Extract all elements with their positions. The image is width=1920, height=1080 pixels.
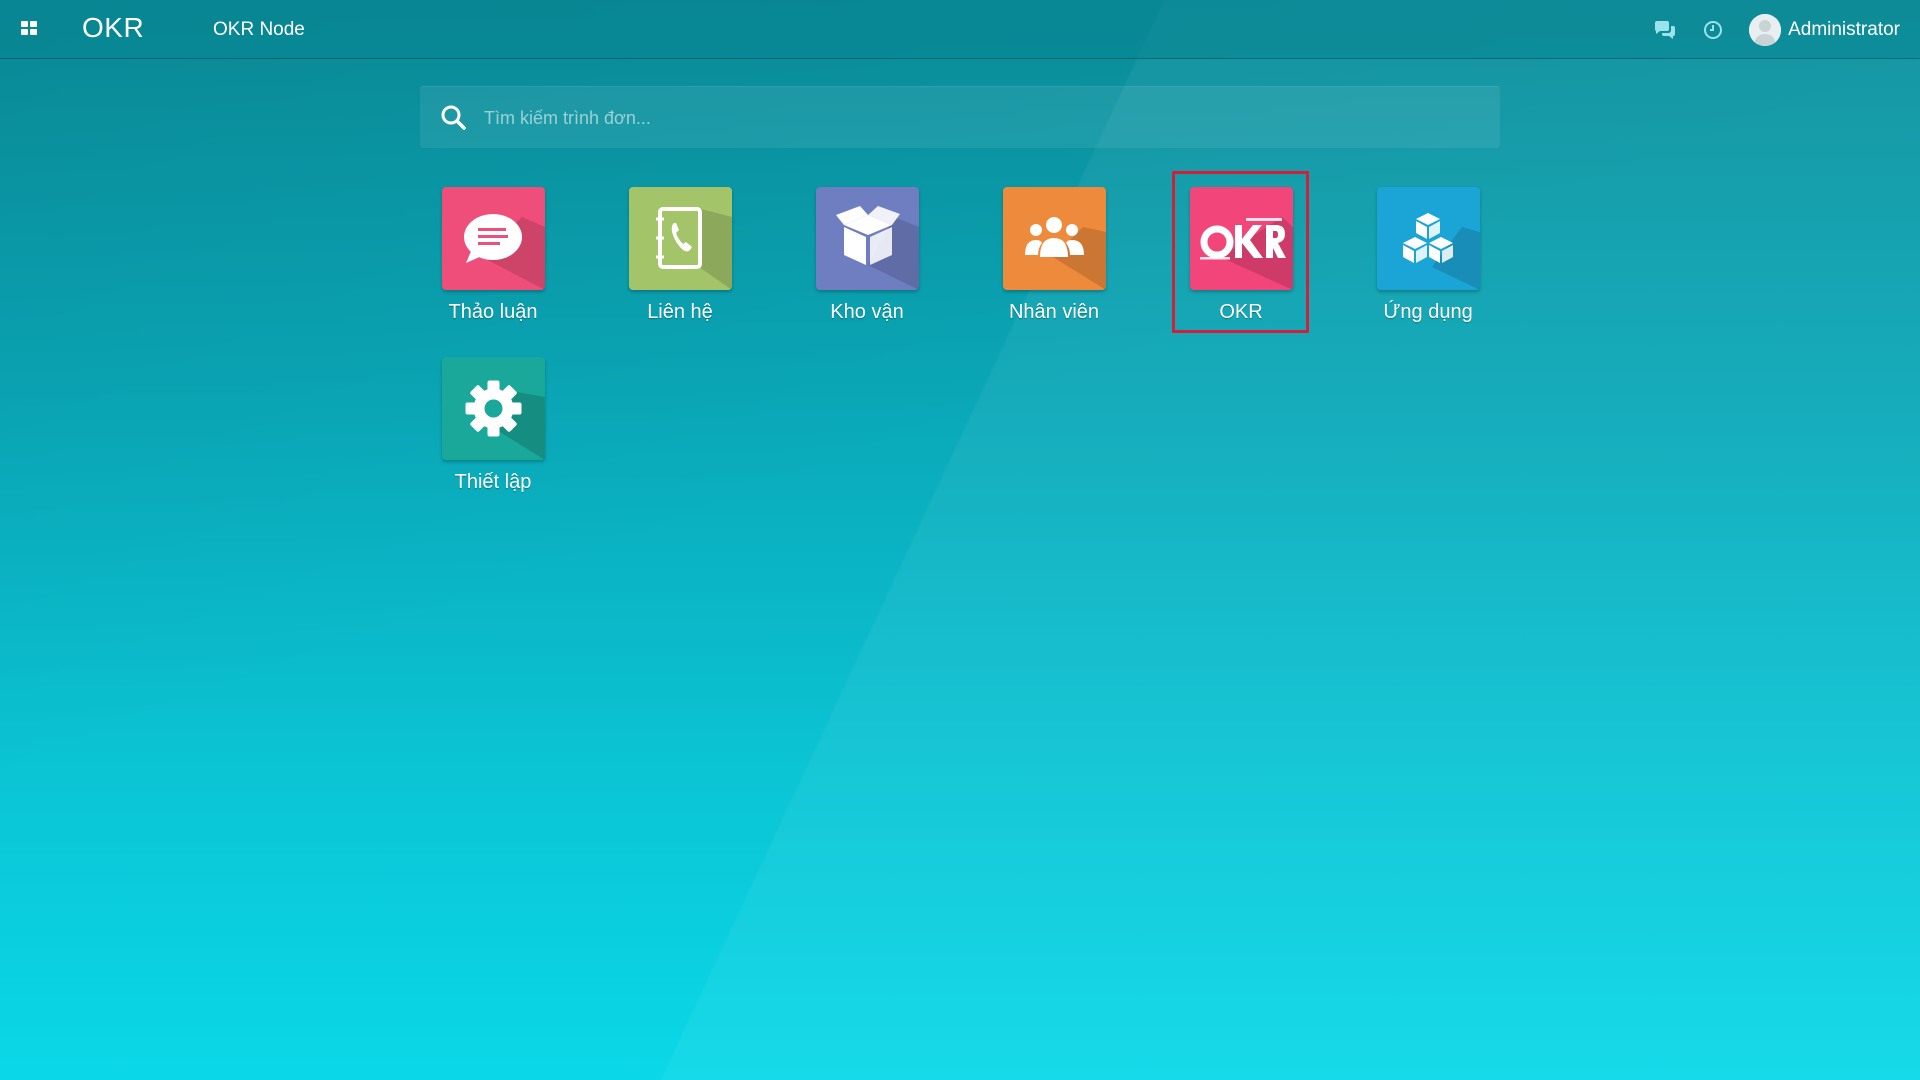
- app-label: Thiết lập: [454, 471, 532, 493]
- app-ung-dung[interactable]: Ứng dụng: [1353, 187, 1503, 337]
- search-icon: [440, 104, 466, 130]
- contacts-icon: [629, 187, 732, 290]
- app-nhan-vien[interactable]: Nhân viên: [979, 187, 1129, 337]
- settings-gear-icon: [442, 357, 545, 460]
- app-label: OKR: [1219, 301, 1263, 323]
- app-label: Ứng dụng: [1383, 301, 1473, 323]
- brand-title[interactable]: OKR: [82, 12, 144, 44]
- app-label: Kho vận: [830, 301, 904, 323]
- apps-cubes-icon: [1377, 187, 1480, 290]
- user-menu[interactable]: Administrator: [1749, 13, 1900, 46]
- clock-icon[interactable]: [1701, 18, 1725, 42]
- user-name: Administrator: [1788, 18, 1900, 40]
- search-input[interactable]: [482, 99, 1466, 137]
- app-okr[interactable]: OKR: [1166, 187, 1316, 337]
- app-lien-he[interactable]: Liên hệ: [605, 187, 755, 337]
- app-kho-van[interactable]: Kho vận: [792, 187, 942, 337]
- discuss-icon: [442, 187, 545, 290]
- employees-icon: [1003, 187, 1106, 290]
- okr-logo-icon: [1190, 187, 1293, 290]
- top-navbar: OKR OKR Node Administrator: [0, 0, 1920, 59]
- app-thao-luan[interactable]: Thảo luận: [418, 187, 568, 337]
- app-label: Nhân viên: [1008, 301, 1100, 323]
- app-label: Thảo luận: [448, 301, 538, 323]
- navbar-right: Administrator: [1653, 0, 1900, 59]
- chat-icon[interactable]: [1653, 18, 1677, 42]
- app-label: Liên hệ: [647, 301, 713, 323]
- company-name[interactable]: OKR Node: [213, 19, 305, 41]
- menu-search-bar: [420, 86, 1500, 148]
- inventory-box-icon: [816, 187, 919, 290]
- app-thiet-lap[interactable]: Thiết lập: [418, 357, 568, 507]
- apps-grid-icon[interactable]: [21, 21, 39, 37]
- background: [0, 0, 1920, 1080]
- avatar-icon: [1749, 13, 1782, 46]
